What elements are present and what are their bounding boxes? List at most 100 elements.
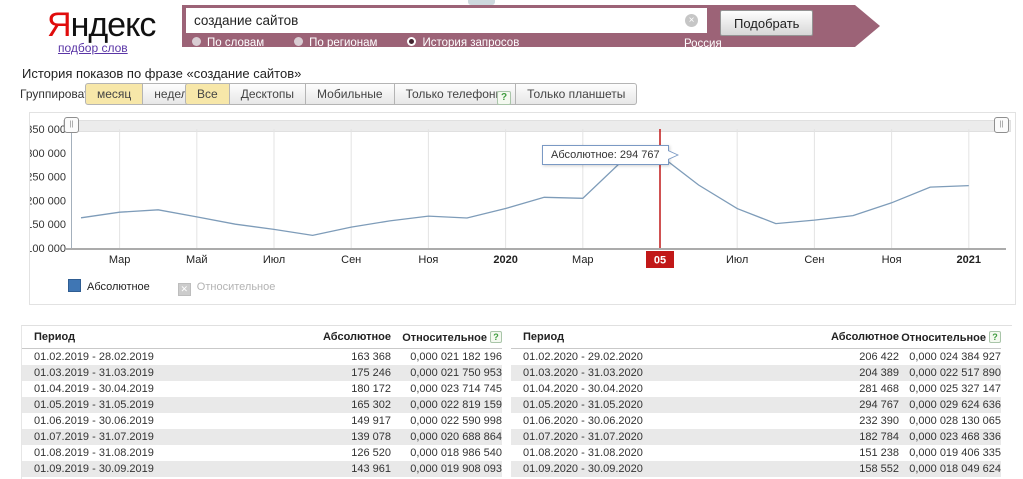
relative-cell: 0,000 022 819 159 (391, 397, 502, 413)
absolute-cell: 126 520 (266, 445, 391, 461)
absolute-series-line (81, 155, 969, 235)
clear-icon[interactable]: × (685, 14, 698, 27)
relative-column-header: Относительное? (899, 326, 1001, 349)
relative-cell: 0,000 019 908 093 (391, 461, 502, 477)
table-row: 01.04.2019 - 30.04.2019180 1720,000 023 … (22, 381, 502, 397)
relative-help-icon[interactable]: ? (989, 331, 1001, 343)
search-mode-label: История запросов (422, 37, 519, 49)
period-cell: 01.03.2020 - 31.03.2020 (511, 365, 771, 381)
absolute-cell: 182 784 (771, 429, 899, 445)
relative-cell: 0,000 020 688 864 (391, 429, 502, 445)
range-slider-left-handle[interactable]: || (64, 117, 79, 133)
search-mode-option[interactable]: По словам (192, 37, 264, 49)
absolute-cell: 281 468 (771, 381, 899, 397)
wordstat-service-link[interactable]: подбор слов (58, 41, 128, 55)
stats-table-2019: Период Абсолютное Относительное? 01.02.2… (22, 326, 502, 477)
absolute-column-header: Абсолютное (771, 326, 899, 349)
chart-legend: Абсолютное ✕Относительное (68, 279, 303, 294)
x-tick-label: Ноя (882, 254, 902, 266)
wordstat-page: Яндекс подбор слов × По словам По региона… (0, 0, 1023, 479)
period-cell: 01.06.2020 - 30.06.2020 (511, 413, 771, 429)
period-cell: 01.05.2020 - 31.05.2020 (511, 397, 771, 413)
relative-cell: 0,000 025 327 147 (899, 381, 1001, 397)
period-cell: 01.08.2019 - 31.08.2019 (22, 445, 266, 461)
y-tick-label: 200 000 (30, 195, 66, 207)
period-cell: 01.07.2020 - 31.07.2020 (511, 429, 771, 445)
search-input[interactable] (186, 8, 707, 33)
absolute-cell: 158 552 (771, 461, 899, 477)
table-row: 01.06.2020 - 30.06.2020232 3900,000 028 … (511, 413, 1001, 429)
period-cell: 01.05.2019 - 31.05.2019 (22, 397, 266, 413)
help-icon[interactable]: ? (497, 91, 511, 105)
range-slider-right-handle[interactable]: || (994, 117, 1009, 133)
search-mode-option[interactable]: По регионам (294, 37, 377, 49)
legend-item-absolute[interactable]: Абсолютное (68, 281, 150, 293)
period-cell: 01.09.2019 - 30.09.2019 (22, 461, 266, 477)
search-mode-group: По словам По регионам История запросов (192, 37, 549, 49)
legend-color-swatch (68, 279, 81, 292)
device-filter-button[interactable]: Все (185, 83, 230, 105)
table-row: 01.03.2019 - 31.03.2019175 2460,000 021 … (22, 365, 502, 381)
page-title: История показов по фразе «создание сайто… (22, 66, 301, 81)
search-bar: × По словам По регионам История запросов Р… (182, 5, 855, 47)
x-tick-label: Ноя (418, 254, 438, 266)
table-row: 01.05.2019 - 31.05.2019165 3020,000 022 … (22, 397, 502, 413)
absolute-cell: 143 961 (266, 461, 391, 477)
region-link[interactable]: Россия (684, 38, 722, 50)
absolute-cell: 206 422 (771, 349, 899, 366)
device-filter-button[interactable]: Десктопы (230, 83, 306, 105)
chart-tooltip: Абсолютное: 294 767 (542, 145, 669, 165)
search-mode-option[interactable]: История запросов (407, 37, 519, 49)
period-cell: 01.07.2019 - 31.07.2019 (22, 429, 266, 445)
stats-table-2020: Период Абсолютное Относительное? 01.02.2… (511, 326, 1001, 477)
x-tick-label: Сен (341, 254, 361, 266)
yandex-logo[interactable]: Яндекс (47, 6, 155, 45)
device-filter-button[interactable]: Мобильные (306, 83, 395, 105)
x-tick-label: Сен (804, 254, 824, 266)
y-tick-label: 100 000 (30, 243, 66, 255)
relative-cell: 0,000 023 468 336 (899, 429, 1001, 445)
absolute-cell: 163 368 (266, 349, 391, 366)
relative-cell: 0,000 022 517 890 (899, 365, 1001, 381)
radio-icon[interactable] (294, 37, 303, 46)
period-cell: 01.02.2019 - 28.02.2019 (22, 349, 266, 366)
legend-label: Относительное (197, 281, 276, 293)
chart-panel: || || 350 000300 000250 000200 000150 00… (29, 112, 1016, 305)
absolute-cell: 204 389 (771, 365, 899, 381)
absolute-column-header: Абсолютное (266, 326, 391, 349)
radio-icon[interactable] (407, 37, 416, 46)
relative-cell: 0,000 018 986 540 (391, 445, 502, 461)
device-filter-button[interactable]: Только планшеты (516, 83, 637, 105)
search-submit-button[interactable]: Подобрать (720, 10, 813, 36)
radio-icon[interactable] (192, 37, 201, 46)
tooltip-text: Абсолютное: 294 767 (551, 149, 660, 161)
relative-cell: 0,000 022 590 998 (391, 413, 502, 429)
table-row: 01.06.2019 - 30.06.2019149 9170,000 022 … (22, 413, 502, 429)
table-row: 01.02.2019 - 28.02.2019163 3680,000 021 … (22, 349, 502, 366)
table-row: 01.07.2019 - 31.07.2019139 0780,000 020 … (22, 429, 502, 445)
legend-item-relative: ✕Относительное (178, 281, 276, 293)
x-tick-label: Июл (726, 254, 748, 266)
table-row: 01.08.2019 - 31.08.2019126 5200,000 018 … (22, 445, 502, 461)
stats-tables: Период Абсолютное Относительное? 01.02.2… (21, 325, 1012, 479)
period-column-header: Период (22, 326, 266, 349)
absolute-cell: 294 767 (771, 397, 899, 413)
period-cell: 01.02.2020 - 29.02.2020 (511, 349, 771, 366)
relative-cell: 0,000 023 714 745 (391, 381, 502, 397)
relative-help-icon[interactable]: ? (490, 331, 502, 343)
group-by-button[interactable]: месяц (85, 83, 143, 105)
table-row: 01.03.2020 - 31.03.2020204 3890,000 022 … (511, 365, 1001, 381)
relative-cell: 0,000 028 130 065 (899, 413, 1001, 429)
table-row: 01.09.2019 - 30.09.2019143 9610,000 019 … (22, 461, 502, 477)
y-tick-label: 150 000 (30, 219, 66, 231)
period-cell: 01.04.2020 - 30.04.2020 (511, 381, 771, 397)
relative-cell: 0,000 021 182 196 (391, 349, 502, 366)
period-column-header: Период (511, 326, 771, 349)
y-tick-label: 350 000 (30, 124, 66, 136)
search-bar-arrow (855, 5, 880, 47)
relative-cell: 0,000 019 406 335 (899, 445, 1001, 461)
table-row: 01.09.2020 - 30.09.2020158 5520,000 018 … (511, 461, 1001, 477)
table-row: 01.05.2020 - 31.05.2020294 7670,000 029 … (511, 397, 1001, 413)
period-cell: 01.06.2019 - 30.06.2019 (22, 413, 266, 429)
relative-cell: 0,000 029 624 636 (899, 397, 1001, 413)
